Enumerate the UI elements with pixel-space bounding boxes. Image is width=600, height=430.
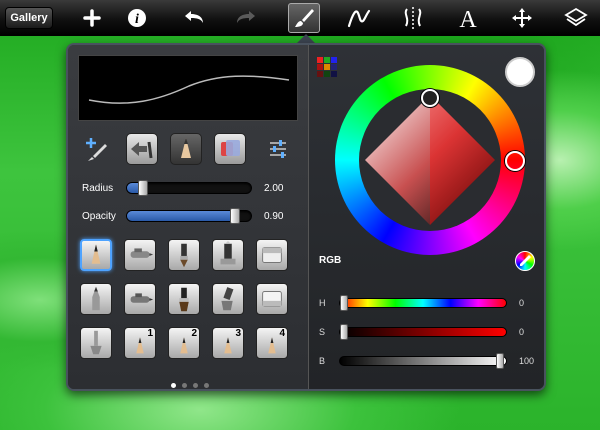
stroke-preview (78, 55, 298, 121)
brush-settings-panel: Radius 2.00 Opacity 0.90 1 2 3 4 (68, 45, 308, 389)
import-brush-icon[interactable] (126, 133, 158, 165)
brush-flat[interactable] (168, 283, 200, 315)
page-indicator[interactable] (168, 375, 212, 389)
brush-icon[interactable] (288, 3, 320, 33)
opacity-value: 0.90 (264, 211, 284, 222)
symmetry-icon[interactable] (400, 0, 426, 36)
opacity-slider[interactable] (126, 208, 252, 224)
undo-icon[interactable] (180, 0, 208, 36)
color-mode-label[interactable]: RGB (319, 255, 341, 266)
brush-eraser-2[interactable] (256, 283, 288, 315)
brush-custom-3[interactable]: 3 (212, 327, 244, 359)
brush-number: 1 (147, 328, 153, 339)
brush-number: 3 (235, 328, 241, 339)
redo-icon[interactable] (232, 0, 260, 36)
brush-blur[interactable] (80, 327, 112, 359)
brightness-thumb[interactable] (496, 353, 504, 369)
saturation-brightness-handle[interactable] (421, 89, 439, 107)
brush-custom-2[interactable]: 2 (168, 327, 200, 359)
page-dot[interactable] (171, 383, 176, 388)
opacity-label: Opacity (82, 211, 116, 222)
add-icon[interactable] (80, 0, 104, 36)
top-toolbar: Gallery i A (0, 0, 600, 36)
brush-ballpoint[interactable] (80, 283, 112, 315)
opacity-thumb[interactable] (230, 208, 240, 224)
radius-slider[interactable] (126, 180, 252, 196)
brush-airbrush-2[interactable] (124, 283, 156, 315)
svg-text:i: i (135, 12, 139, 27)
brush-pencil[interactable] (80, 239, 112, 271)
color-wheel[interactable] (335, 65, 525, 255)
brush-marker[interactable] (212, 239, 244, 271)
hue-label: H (319, 298, 326, 308)
text-icon[interactable]: A (454, 0, 482, 36)
color-picker-icon[interactable] (515, 251, 535, 271)
brush-actions-row (68, 131, 308, 165)
brush-eraser[interactable] (256, 239, 288, 271)
radius-value: 2.00 (264, 183, 284, 194)
svg-text:A: A (459, 7, 477, 30)
brightness-slider[interactable] (339, 353, 507, 369)
hue-value: 0 (519, 298, 525, 308)
brightness-label: B (319, 356, 326, 366)
brush-texture-icon[interactable] (214, 133, 246, 165)
page-dot[interactable] (204, 383, 209, 388)
gallery-button[interactable]: Gallery (5, 7, 53, 29)
hue-ring-handle[interactable] (505, 151, 525, 171)
page-dot[interactable] (193, 383, 198, 388)
color-panel: RGB H 0 S 0 B 100 (308, 45, 544, 389)
page-dot[interactable] (182, 383, 187, 388)
saturation-label: S (319, 327, 326, 337)
brightness-value: 100 (519, 356, 535, 366)
brush-custom-1[interactable]: 1 (124, 327, 156, 359)
brush-custom-4[interactable]: 4 (256, 327, 288, 359)
brush-smudge[interactable] (212, 283, 244, 315)
info-icon[interactable]: i (124, 0, 150, 36)
brush-tip-icon[interactable] (170, 133, 202, 165)
saturation-value: 0 (519, 327, 525, 337)
brush-paintbrush[interactable] (168, 239, 200, 271)
hue-thumb[interactable] (340, 295, 348, 311)
saturation-slider[interactable] (339, 324, 507, 340)
transform-icon[interactable] (508, 0, 536, 36)
brush-airbrush[interactable] (124, 239, 156, 271)
opacity-fill (127, 211, 236, 221)
brush-number: 2 (191, 328, 197, 339)
layers-icon[interactable] (562, 0, 590, 36)
stroke-icon[interactable] (344, 0, 374, 36)
brush-number: 4 (279, 328, 285, 339)
radius-label: Radius (82, 183, 114, 194)
hue-slider[interactable] (339, 295, 507, 311)
radius-thumb[interactable] (138, 180, 148, 196)
brush-popover: Radius 2.00 Opacity 0.90 1 2 3 4 RGB H 0… (66, 43, 546, 391)
brush-properties-icon[interactable] (264, 135, 292, 163)
saturation-thumb[interactable] (340, 324, 348, 340)
add-brush-icon[interactable] (82, 135, 110, 163)
